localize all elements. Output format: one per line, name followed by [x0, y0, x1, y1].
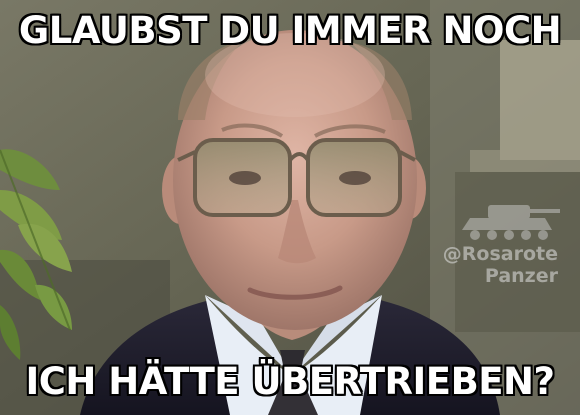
photo-scene: [0, 0, 580, 415]
watermark-handle: @Rosarote: [442, 243, 558, 265]
bottom-caption: ICH HÄTTE ÜBERTRIEBEN?: [25, 360, 555, 403]
watermark-text: @Rosarote Panzer: [413, 243, 558, 288]
meme-image: GLAUBST DU IMMER NOCH @Rosarote Panzer I…: [0, 0, 580, 415]
top-caption: GLAUBST DU IMMER NOCH: [18, 9, 562, 52]
watermark-name: Panzer: [484, 264, 558, 287]
